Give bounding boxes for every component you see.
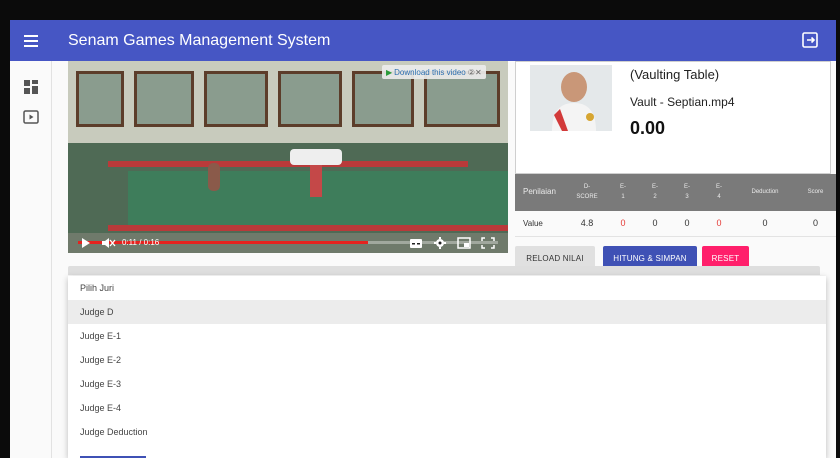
cell-e3: 0 bbox=[671, 211, 703, 237]
miniplayer-button[interactable] bbox=[456, 233, 472, 253]
video-time: 0:11 / 0:16 bbox=[122, 238, 160, 247]
athlete-photo bbox=[530, 65, 612, 131]
hamburger-icon bbox=[24, 34, 38, 47]
header-deduction: Deduction bbox=[735, 174, 795, 211]
vault-table bbox=[290, 149, 342, 165]
runway-stripe bbox=[108, 161, 468, 167]
judge-select[interactable] bbox=[68, 266, 820, 275]
video-player[interactable]: ▶ Download this video ②✕ 0:11 / 0:16 bbox=[68, 61, 508, 253]
side-rail bbox=[10, 61, 52, 458]
judge-dropdown-menu: Pilih Juri Judge D Judge E-1 Judge E-2 J… bbox=[68, 276, 826, 458]
fullscreen-icon bbox=[481, 237, 495, 249]
video-file-name: Vault - Septian.mp4 bbox=[630, 95, 735, 109]
gym-window bbox=[424, 71, 500, 127]
fullscreen-button[interactable] bbox=[480, 233, 496, 253]
runway-stripe bbox=[108, 225, 508, 231]
dropdown-option[interactable]: Judge Deduction bbox=[68, 420, 826, 444]
score-table: Penilaian D- SCORE E- 1 E- 2 E- 3 E- 4 Deduct… bbox=[515, 174, 836, 237]
dropdown-option[interactable]: Judge E-1 bbox=[68, 324, 826, 348]
captions-button[interactable] bbox=[408, 233, 424, 253]
menu-button[interactable] bbox=[10, 20, 52, 61]
gym-window bbox=[352, 71, 414, 127]
score-table-row: Value 4.8 0 0 0 0 0 0 bbox=[515, 211, 836, 237]
video-icon bbox=[23, 110, 39, 124]
total-score: 0.00 bbox=[630, 118, 666, 138]
row-label: Value bbox=[515, 211, 567, 237]
volume-muted-icon bbox=[102, 238, 116, 248]
apparatus-label: (Vaulting Table) bbox=[630, 67, 720, 82]
header-score: Score bbox=[795, 174, 836, 211]
play-button[interactable] bbox=[78, 233, 94, 253]
app-title: Senam Games Management System bbox=[68, 31, 331, 49]
dropdown-option[interactable]: Judge E-3 bbox=[68, 372, 826, 396]
captions-icon bbox=[410, 239, 422, 248]
cell-e2: 0 bbox=[639, 211, 671, 237]
cell-d-score: 4.8 bbox=[567, 211, 607, 237]
logout-icon bbox=[802, 32, 818, 48]
dropdown-option[interactable]: Judge E-2 bbox=[68, 348, 826, 372]
video-controls: 0:11 / 0:16 bbox=[68, 233, 508, 253]
app-window: Senam Games Management System ▶ Download… bbox=[10, 20, 836, 458]
miniplayer-icon bbox=[457, 237, 471, 249]
score-table-header-row: Penilaian D- SCORE E- 1 E- 2 E- 3 E- 4 Deduct… bbox=[515, 174, 836, 211]
dropdown-option[interactable]: Pilih Juri bbox=[68, 276, 826, 300]
mute-button[interactable] bbox=[100, 233, 116, 253]
gym-window bbox=[76, 71, 124, 127]
help-icon: ②✕ bbox=[467, 67, 482, 77]
header-d-score: D- SCORE bbox=[567, 174, 607, 211]
gym-window bbox=[134, 71, 194, 127]
cell-e1: 0 bbox=[607, 211, 639, 237]
header-e1: E- 1 bbox=[607, 174, 639, 211]
play-icon bbox=[82, 238, 90, 248]
cell-score: 0 bbox=[795, 211, 836, 237]
logout-button[interactable] bbox=[800, 30, 820, 50]
top-app-bar: Senam Games Management System bbox=[10, 20, 836, 61]
dashboard-icon bbox=[24, 80, 38, 94]
screen-frame: Senam Games Management System ▶ Download… bbox=[0, 0, 840, 458]
header-e4: E- 4 bbox=[703, 174, 735, 211]
header-penilaian: Penilaian bbox=[515, 174, 567, 211]
header-e3: E- 3 bbox=[671, 174, 703, 211]
rail-item-dashboard[interactable] bbox=[21, 77, 41, 97]
gym-window bbox=[278, 71, 342, 127]
settings-button[interactable] bbox=[432, 233, 448, 253]
header-e2: E- 2 bbox=[639, 174, 671, 211]
download-video-button[interactable]: ▶ Download this video ②✕ bbox=[382, 65, 486, 79]
athlete-info-card: (Vaulting Table) Vault - Septian.mp4 0.0… bbox=[515, 61, 831, 174]
cell-e4: 0 bbox=[703, 211, 735, 237]
dropdown-option[interactable]: Judge D bbox=[68, 300, 826, 324]
dropdown-option[interactable]: Judge E-4 bbox=[68, 396, 826, 420]
gym-window bbox=[204, 71, 268, 127]
gear-icon bbox=[434, 237, 446, 249]
cell-deduction: 0 bbox=[735, 211, 795, 237]
play-badge-icon: ▶ bbox=[386, 67, 393, 77]
rail-item-video[interactable] bbox=[21, 107, 41, 127]
gymnast bbox=[208, 163, 220, 191]
vault-table-post bbox=[310, 161, 322, 197]
download-label: Download this video bbox=[394, 67, 466, 77]
